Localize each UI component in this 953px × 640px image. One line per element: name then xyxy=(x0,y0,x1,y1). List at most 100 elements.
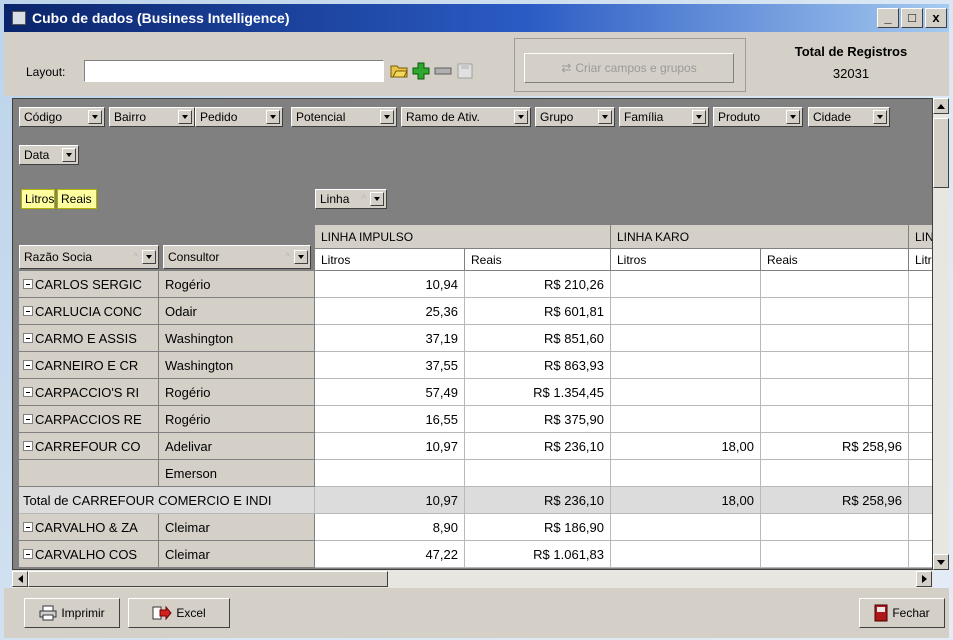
measure-header: Litros xyxy=(315,249,465,271)
scroll-down-button[interactable] xyxy=(933,554,949,570)
excel-button[interactable]: Excel xyxy=(128,598,230,628)
row-field-label: Razão Socia xyxy=(24,250,93,264)
row-header-razao[interactable]: CARREFOUR CO xyxy=(19,433,159,460)
row-header-razao[interactable]: CARPACCIOS RE xyxy=(19,406,159,433)
row-header-razao[interactable]: CARNEIRO E CR xyxy=(19,352,159,379)
collapse-icon[interactable] xyxy=(23,279,33,289)
filter-field-chip[interactable]: Grupo xyxy=(535,107,615,127)
filter-field-label: Grupo xyxy=(540,110,574,124)
dropdown-arrow-icon[interactable] xyxy=(692,110,706,124)
scroll-left-button[interactable] xyxy=(12,571,28,587)
data-cell: R$ 1.061,83 xyxy=(465,541,611,568)
criar-campos-label: Criar campos e grupos xyxy=(575,61,697,75)
filter-field-chip[interactable]: Ramo de Ativ. xyxy=(401,107,531,127)
maximize-button[interactable]: □ xyxy=(901,8,923,28)
column-field-chip[interactable]: Linha ^ xyxy=(315,189,387,209)
data-field-chip[interactable]: Litros xyxy=(21,189,55,209)
collapse-icon[interactable] xyxy=(23,306,33,316)
razao-social-label: CARPACCIOS RE xyxy=(35,411,142,427)
filter-field-chip[interactable]: Família xyxy=(619,107,709,127)
razao-social-label: CARVALHO & ZA xyxy=(35,519,138,535)
dropdown-arrow-icon[interactable] xyxy=(178,110,192,124)
collapse-icon[interactable] xyxy=(23,360,33,370)
row-header-razao[interactable]: CARLUCIA CONC xyxy=(19,298,159,325)
dropdown-arrow-icon[interactable] xyxy=(873,110,887,124)
row-header-razao[interactable]: CARVALHO COS xyxy=(19,541,159,568)
dropdown-arrow-icon[interactable] xyxy=(88,110,102,124)
vertical-scroll-thumb[interactable] xyxy=(933,118,949,188)
filter-field-chip[interactable]: Pedido xyxy=(195,107,283,127)
row-field-chip[interactable]: Razão Socia ^ xyxy=(19,245,159,269)
data-cell: 16,55 xyxy=(315,406,465,433)
row-field-label: Consultor xyxy=(168,250,220,264)
data-field-chip[interactable]: Reais xyxy=(57,189,97,209)
data-cell: R$ 258,96 xyxy=(761,433,909,460)
row-header-consultor: Adelivar xyxy=(159,433,315,460)
row-header-consultor: Washington xyxy=(159,352,315,379)
row-header-consultor: Rogério xyxy=(159,379,315,406)
bi-cube-window: Cubo de dados (Business Intelligence) _ … xyxy=(0,0,953,640)
razao-social-label: CARMO E ASSIS xyxy=(35,330,137,346)
dropdown-arrow-icon[interactable] xyxy=(294,250,308,264)
filter-field-chip[interactable]: Cidade xyxy=(808,107,890,127)
total-registros-value: 32031 xyxy=(832,66,870,81)
filter-field-chip[interactable]: Código xyxy=(19,107,105,127)
row-header-razao[interactable] xyxy=(19,460,159,487)
filter-field-label: Produto xyxy=(718,110,761,124)
data-cell xyxy=(611,406,761,433)
razao-social-label: CARREFOUR CO xyxy=(35,438,141,454)
remove-icon[interactable] xyxy=(432,60,454,82)
sort-indicator-icon: ^ xyxy=(361,193,366,205)
pivot-grid: Código Bairro Pedido Potencial Ramo de Ativ.… xyxy=(12,98,933,570)
razao-social-label: CARLOS SERGIC xyxy=(35,276,142,292)
collapse-icon[interactable] xyxy=(23,441,33,451)
scroll-right-button[interactable] xyxy=(916,571,932,587)
dropdown-arrow-icon[interactable] xyxy=(786,110,800,124)
dropdown-arrow-icon[interactable] xyxy=(380,110,394,124)
vertical-scrollbar[interactable] xyxy=(933,98,949,570)
row-header-razao[interactable]: CARMO E ASSIS xyxy=(19,325,159,352)
data-cell xyxy=(611,271,761,298)
close-window-button[interactable]: Fechar xyxy=(859,598,945,628)
filter-field-chip[interactable]: Data xyxy=(19,145,79,165)
close-button[interactable]: x xyxy=(925,8,947,28)
dropdown-arrow-icon[interactable] xyxy=(62,148,76,162)
add-icon[interactable] xyxy=(410,60,432,82)
filter-field-chip[interactable]: Bairro xyxy=(109,107,195,127)
data-cell: R$ 863,93 xyxy=(465,352,611,379)
row-header-razao[interactable]: CARLOS SERGIC xyxy=(19,271,159,298)
data-cell xyxy=(761,298,909,325)
data-cell: 18,00 xyxy=(611,433,761,460)
filter-field-chip[interactable]: Produto xyxy=(713,107,803,127)
data-cell xyxy=(761,352,909,379)
print-button[interactable]: Imprimir xyxy=(24,598,120,628)
open-folder-icon[interactable] xyxy=(388,60,410,82)
row-header-razao[interactable]: CARPACCIO'S RI xyxy=(19,379,159,406)
horizontal-scrollbar[interactable] xyxy=(12,570,933,588)
data-cell xyxy=(909,352,932,379)
footer-bar: Imprimir Excel Fechar xyxy=(4,588,949,638)
collapse-icon[interactable] xyxy=(23,549,33,559)
dropdown-arrow-icon[interactable] xyxy=(142,250,156,264)
collapse-icon[interactable] xyxy=(23,333,33,343)
data-cell xyxy=(761,325,909,352)
collapse-icon[interactable] xyxy=(23,387,33,397)
row-header-razao[interactable]: CARVALHO & ZA xyxy=(19,514,159,541)
total-cell: 10,97 xyxy=(315,487,465,514)
minimize-button[interactable]: _ xyxy=(877,8,899,28)
layout-input[interactable] xyxy=(84,60,384,82)
total-cell: 18,00 xyxy=(611,487,761,514)
collapse-icon[interactable] xyxy=(23,522,33,532)
dropdown-arrow-icon[interactable] xyxy=(598,110,612,124)
measure-header: Reais xyxy=(761,249,909,271)
scroll-up-button[interactable] xyxy=(933,98,949,114)
row-field-chip[interactable]: Consultor ^ xyxy=(163,245,311,269)
filter-field-chip[interactable]: Potencial xyxy=(291,107,397,127)
horizontal-scroll-thumb[interactable] xyxy=(28,571,388,587)
collapse-icon[interactable] xyxy=(23,414,33,424)
criar-campos-button: ⇄ Criar campos e grupos xyxy=(524,53,734,83)
razao-social-label: CARPACCIO'S RI xyxy=(35,384,140,400)
dropdown-arrow-icon[interactable] xyxy=(266,110,280,124)
dropdown-arrow-icon[interactable] xyxy=(514,110,528,124)
dropdown-arrow-icon[interactable] xyxy=(370,192,384,206)
